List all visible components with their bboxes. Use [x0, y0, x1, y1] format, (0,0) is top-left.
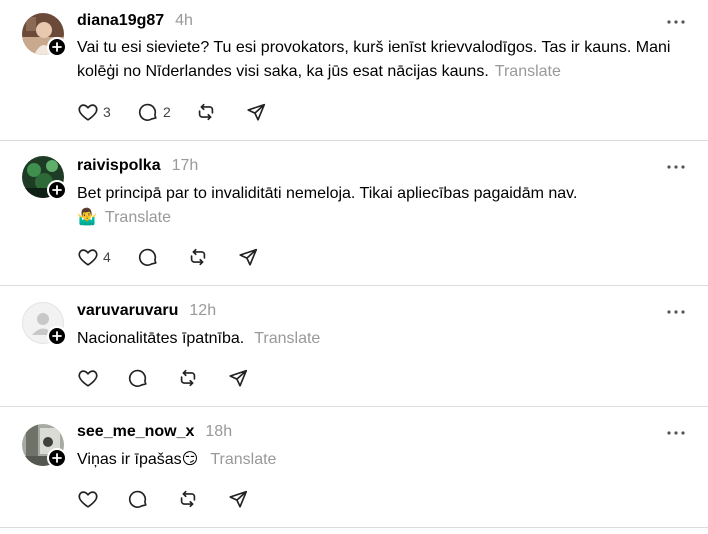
post-body: Viņas ir īpašas😏 [77, 451, 199, 468]
follow-plus-icon[interactable] [47, 448, 67, 468]
repost-icon [190, 248, 206, 266]
like-button[interactable] [77, 487, 127, 511]
post-header: raivispolka 17h [77, 157, 198, 179]
post-header: varuvaruvaru 12h [77, 302, 216, 324]
post-header: diana19g87 4h [77, 12, 193, 34]
reply-post: varuvaruvaru 12h Nacionalitātes īpatnība… [0, 286, 708, 407]
reply-count: 2 [163, 104, 171, 120]
reply-post: see_me_now_x 18h Viņas ir īpašas😏 Transla… [0, 407, 708, 528]
shrug-emoji: 🤷‍♂️ [77, 209, 97, 226]
repost-button[interactable] [177, 366, 227, 390]
send-icon [247, 103, 266, 121]
username[interactable]: raivispolka [77, 157, 161, 175]
share-button[interactable] [237, 245, 277, 269]
like-button[interactable]: 3 [77, 100, 137, 124]
comment-icon [138, 248, 157, 266]
avatar[interactable] [22, 302, 67, 346]
timestamp[interactable]: 4h [175, 12, 193, 30]
post-header: see_me_now_x 18h [77, 423, 232, 445]
post-text: Viņas ir īpašas😏 Translate [77, 448, 692, 472]
send-icon [239, 248, 258, 266]
heart-icon [78, 370, 98, 387]
post-body: Nacionalitātes īpatnība. [77, 330, 245, 347]
avatar[interactable] [22, 13, 67, 57]
heart-icon [78, 491, 98, 508]
repost-icon [180, 369, 196, 387]
action-bar: 3 2 [77, 100, 285, 124]
more-icon[interactable] [666, 19, 686, 25]
action-bar [77, 366, 267, 390]
repost-icon [198, 103, 214, 121]
repost-button[interactable] [187, 245, 237, 269]
heart-icon [78, 104, 98, 121]
follow-plus-icon[interactable] [47, 326, 67, 346]
heart-icon [78, 249, 98, 266]
timestamp[interactable]: 12h [189, 302, 216, 320]
post-text: Vai tu esi sieviete? Tu esi provokators,… [77, 36, 692, 84]
translate-link[interactable]: Translate [254, 330, 320, 347]
share-button[interactable] [227, 366, 267, 390]
reply-button[interactable] [127, 366, 177, 390]
like-button[interactable] [77, 366, 127, 390]
repost-button[interactable] [177, 487, 227, 511]
timestamp[interactable]: 17h [172, 157, 199, 175]
translate-link[interactable]: Translate [495, 63, 561, 80]
more-icon[interactable] [666, 430, 686, 436]
username[interactable]: diana19g87 [77, 12, 164, 30]
post-text: Nacionalitātes īpatnība. Translate [77, 327, 692, 351]
comment-icon [128, 490, 147, 508]
share-button[interactable] [245, 100, 285, 124]
translate-link[interactable]: Translate [210, 451, 276, 468]
comment-icon [128, 369, 147, 387]
reply-button[interactable]: 2 [137, 100, 195, 124]
post-text: Bet principā par to invaliditāti nemeloj… [77, 182, 692, 230]
reply-button[interactable] [127, 487, 177, 511]
reply-button[interactable] [137, 245, 187, 269]
follow-plus-icon[interactable] [47, 37, 67, 57]
repost-icon [180, 490, 196, 508]
comment-icon [138, 103, 157, 121]
reply-post: raivispolka 17h Bet principā par to inva… [0, 141, 708, 286]
post-body: Bet principā par to invaliditāti nemeloj… [77, 185, 578, 202]
avatar[interactable] [22, 156, 67, 200]
share-button[interactable] [227, 487, 267, 511]
avatar[interactable] [22, 424, 67, 468]
like-button[interactable]: 4 [77, 245, 137, 269]
repost-button[interactable] [195, 100, 245, 124]
more-icon[interactable] [666, 164, 686, 170]
reply-post: diana19g87 4h Vai tu esi sieviete? Tu es… [0, 0, 708, 141]
like-count: 4 [103, 249, 111, 265]
timestamp[interactable]: 18h [205, 423, 232, 441]
send-icon [229, 369, 248, 387]
action-bar [77, 487, 267, 511]
username[interactable]: see_me_now_x [77, 423, 194, 441]
action-bar: 4 [77, 245, 277, 269]
translate-link[interactable]: Translate [105, 209, 171, 226]
more-icon[interactable] [666, 309, 686, 315]
post-body: Vai tu esi sieviete? Tu esi provokators,… [77, 39, 671, 80]
follow-plus-icon[interactable] [47, 180, 67, 200]
username[interactable]: varuvaruvaru [77, 302, 178, 320]
send-icon [229, 490, 248, 508]
like-count: 3 [103, 104, 111, 120]
